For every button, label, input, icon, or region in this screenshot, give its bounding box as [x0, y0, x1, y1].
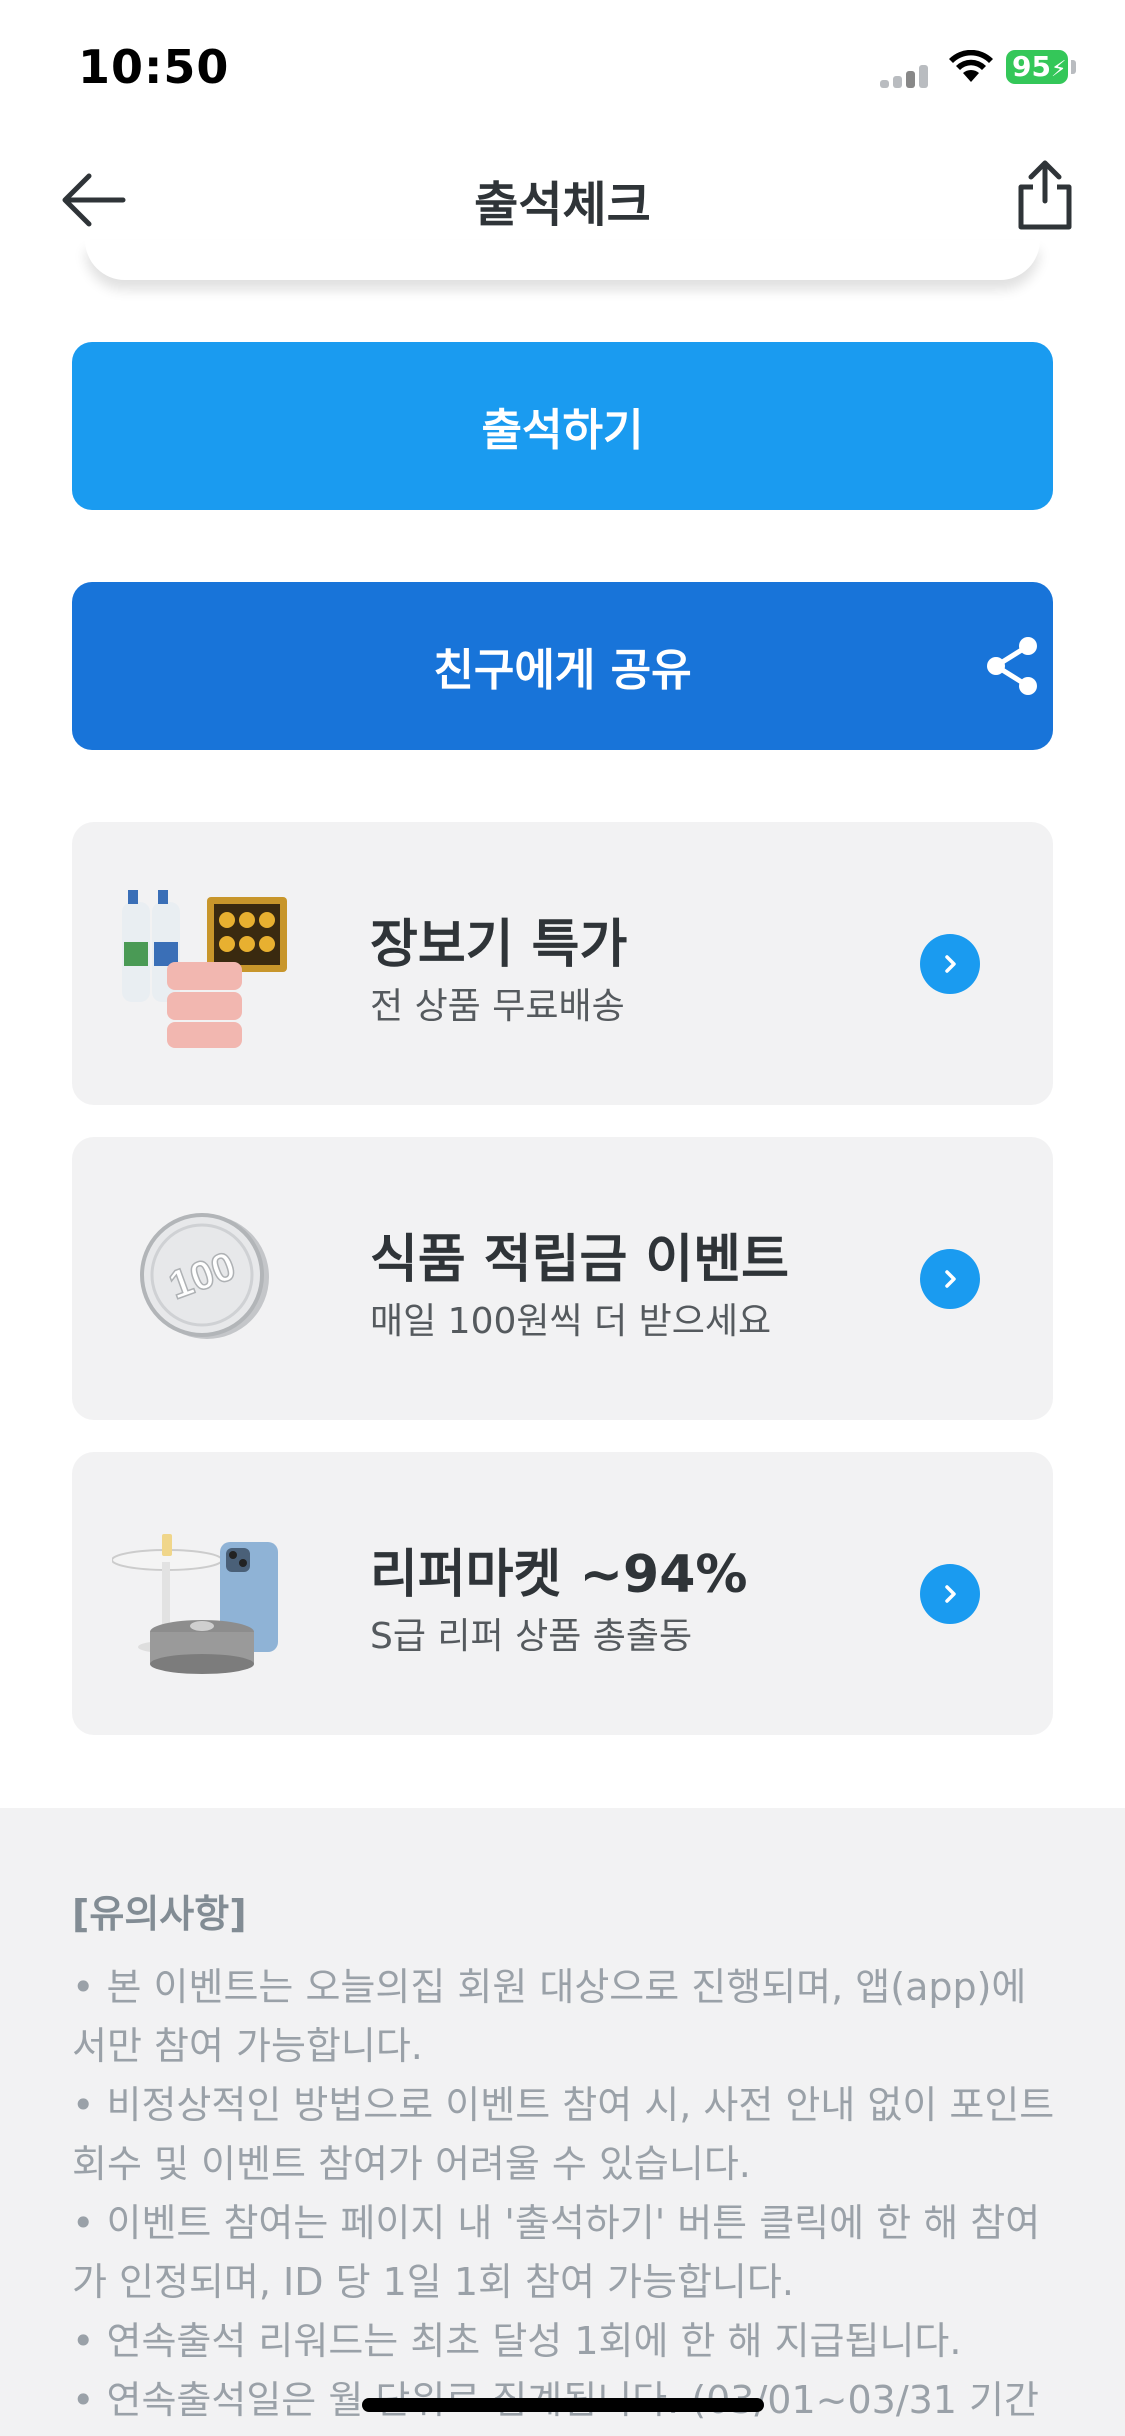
attend-button-label: 출석하기 [481, 405, 644, 456]
notice-section: [유의사항] • 본 이벤트는 오늘의집 회원 대상으로 진행되며, 앱(app… [0, 1808, 1125, 2436]
groceries-image [122, 890, 287, 1048]
promo-card-groceries[interactable]: 장보기 특가 전 상품 무료배송 [72, 822, 1053, 1105]
battery-cap [1071, 60, 1076, 74]
share-nodes-icon [987, 637, 1037, 695]
promo-card-food-points[interactable]: 100 식품 적립금 이벤트 매일 100원씩 더 받으세요 [72, 1137, 1053, 1420]
chevron-right-icon[interactable] [920, 1564, 980, 1624]
battery-icon: 95⚡ [1006, 50, 1068, 84]
battery-level: 95 [1012, 50, 1051, 83]
promo-title: 식품 적립금 이벤트 [370, 1230, 789, 1290]
notice-item: • 연속출석 리워드는 최초 달성 1회에 한 해 지급됩니다. [72, 2319, 962, 2363]
share-to-friend-button[interactable]: 친구에게 공유 [72, 582, 1053, 750]
share-upload-icon[interactable] [1005, 155, 1085, 235]
promo-card-refurb-market[interactable]: 리퍼마켓 ~94% S급 리퍼 상품 총출동 [72, 1452, 1053, 1735]
notice-item: • 이벤트 참여는 페이지 내 '출석하기' 버튼 클릭에 한 해 참여가 인정… [72, 2201, 1041, 2304]
promo-title: 장보기 특가 [370, 915, 628, 975]
share-button-label: 친구에게 공유 [433, 645, 692, 696]
coin-100-image: 100 [140, 1213, 269, 1339]
notice-item: • 본 이벤트는 오늘의집 회원 대상으로 진행되며, 앱(app)에서만 참여… [72, 1965, 1027, 2068]
cellular-signal-icon [880, 64, 932, 88]
attend-button[interactable]: 출석하기 [72, 342, 1053, 510]
promo-subtitle: 전 상품 무료배송 [370, 986, 625, 1027]
notice-list: • 본 이벤트는 오늘의집 회원 대상으로 진행되며, 앱(app)에서만 참여… [72, 1958, 1057, 2430]
chevron-right-icon[interactable] [920, 934, 980, 994]
status-time: 10:50 [78, 40, 230, 94]
promo-subtitle: 매일 100원씩 더 받으세요 [370, 1301, 772, 1342]
notice-title: [유의사항] [72, 1892, 247, 1936]
wifi-icon [949, 50, 993, 82]
status-bar: 10:50 95⚡ [0, 0, 1125, 135]
attendance-card-bottom [85, 240, 1040, 280]
notice-item: • 비정상적인 방법으로 이벤트 참여 시, 사전 안내 없이 포인트 회수 및… [72, 2083, 1055, 2186]
promo-subtitle: S급 리퍼 상품 총출동 [370, 1616, 693, 1657]
chevron-right-icon[interactable] [920, 1249, 980, 1309]
page-title: 출석체크 [474, 177, 651, 233]
refurb-products-image [112, 1534, 278, 1674]
home-indicator[interactable] [362, 2398, 764, 2412]
promo-title: 리퍼마켓 ~94% [370, 1545, 748, 1605]
